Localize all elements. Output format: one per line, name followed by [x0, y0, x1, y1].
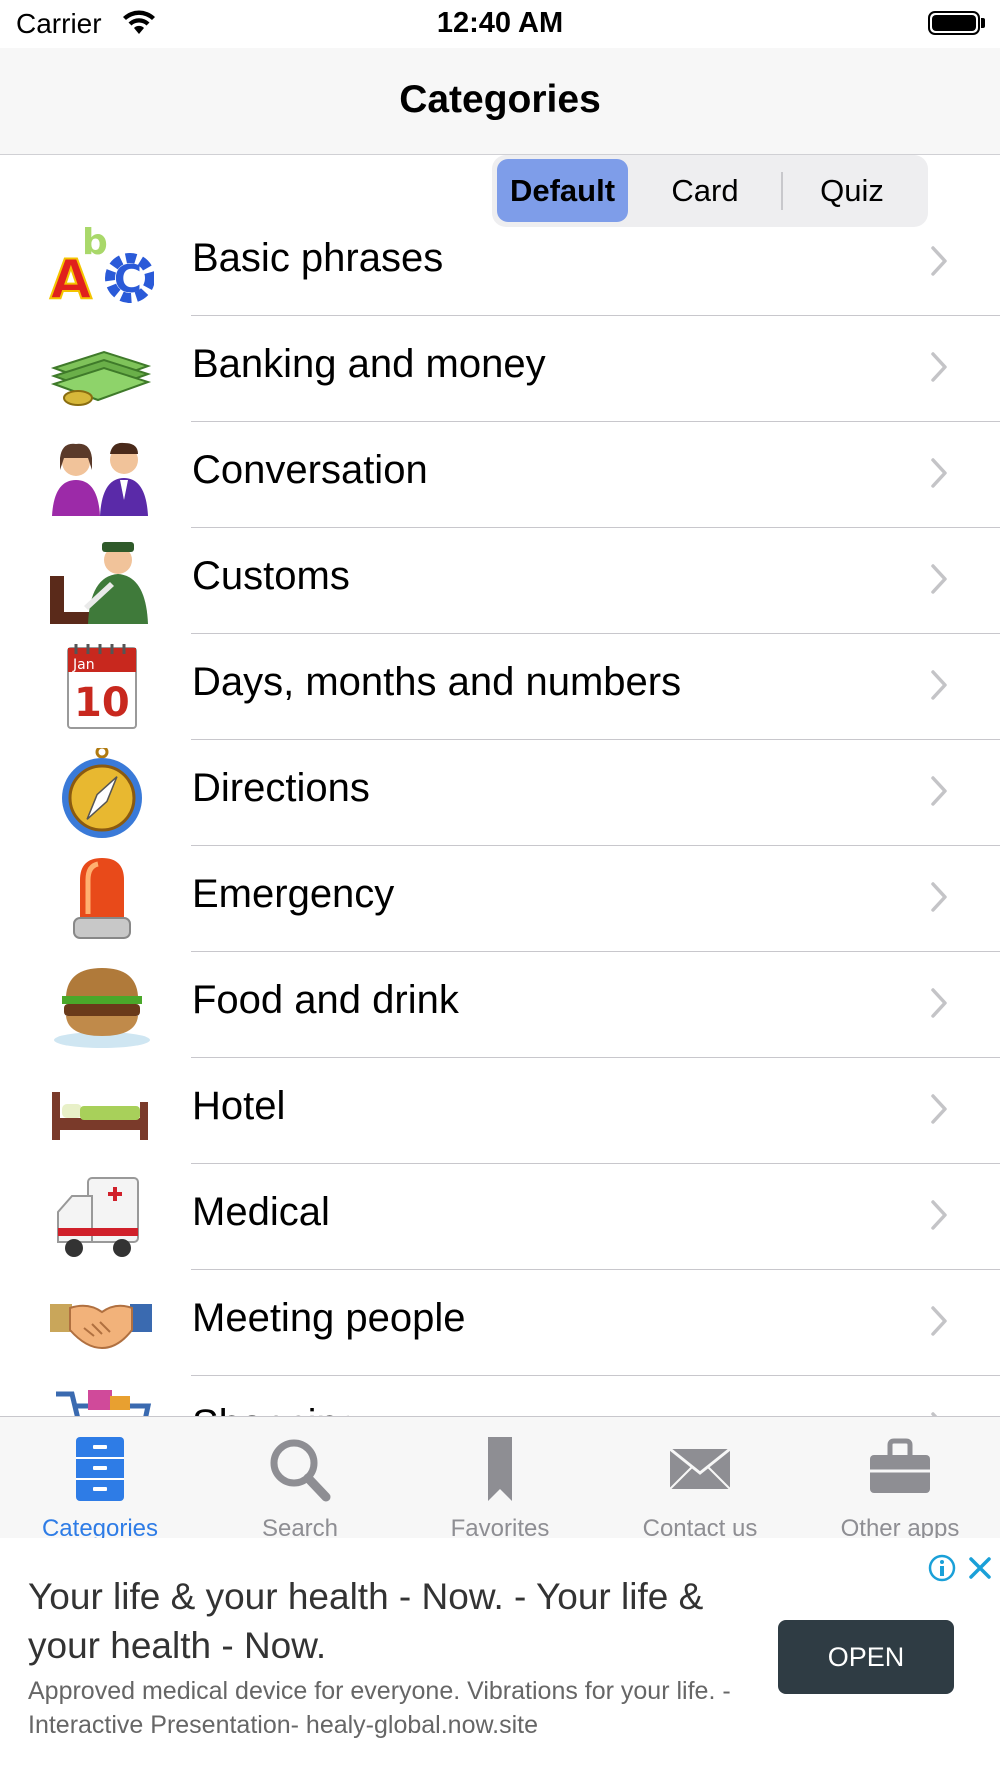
chevron-right-icon: [931, 352, 947, 382]
list-item[interactable]: Directions: [0, 740, 1000, 846]
bed-icon: [52, 1092, 148, 1140]
row-label-customs: Customs: [192, 554, 350, 598]
row-label-meeting: Meeting people: [192, 1296, 466, 1340]
row-label-basic-phrases: Basic phrases: [192, 236, 444, 280]
chevron-right-icon: [931, 564, 947, 594]
row-label-shopping: Shopping: [192, 1402, 361, 1416]
list-item[interactable]: Conversation: [0, 422, 1000, 528]
customs-officer-icon: [50, 542, 148, 624]
list-item[interactable]: Banking and money: [0, 316, 1000, 422]
segment-default[interactable]: Default: [497, 159, 628, 222]
ad-headline[interactable]: Your life & your health - Now. - Your li…: [28, 1572, 748, 1670]
row-label-medical: Medical: [192, 1190, 330, 1234]
battery-tip: [981, 18, 985, 28]
bookmark-icon: [488, 1437, 512, 1501]
list-item[interactable]: Emergency: [0, 846, 1000, 952]
abc-letters-icon: A b C: [49, 222, 154, 308]
tab-contact-us[interactable]: Contact us: [600, 1417, 800, 1542]
tab-search[interactable]: Search: [200, 1417, 400, 1542]
file-cabinet-icon: [76, 1437, 124, 1501]
calendar-month: Jan: [72, 657, 95, 673]
ad-description[interactable]: Approved medical device for everyone. Vi…: [28, 1674, 768, 1742]
row-label-days: Days, months and numbers: [192, 660, 682, 704]
segment-quiz[interactable]: Quiz: [782, 159, 922, 222]
row-label-emergency: Emergency: [192, 872, 395, 916]
envelope-icon: [669, 1447, 731, 1490]
list-item[interactable]: Customs: [0, 528, 1000, 634]
chevron-right-icon: [931, 882, 947, 912]
row-label-hotel: Hotel: [192, 1084, 286, 1128]
ad-open-button[interactable]: OPEN: [778, 1620, 954, 1694]
chevron-right-icon: [931, 1200, 947, 1230]
calendar-icon: Jan 10: [67, 644, 137, 729]
ad-banner[interactable]: Your life & your health - Now. - Your li…: [0, 1538, 1000, 1778]
magnifier-icon: [270, 1439, 331, 1502]
navigation-bar: Categories: [0, 48, 1000, 155]
ad-close-icon[interactable]: [966, 1554, 994, 1582]
ad-info-icon[interactable]: [928, 1554, 956, 1582]
siren-icon: [73, 858, 131, 939]
category-list[interactable]: A b C Basic phrases Banking and money Co…: [0, 210, 1000, 1416]
list-item[interactable]: Hotel: [0, 1058, 1000, 1164]
row-label-directions: Directions: [192, 766, 370, 810]
chevron-right-icon: [931, 246, 947, 276]
svg-text:b: b: [82, 222, 108, 263]
tab-favorites[interactable]: Favorites: [400, 1417, 600, 1542]
briefcase-icon: [870, 1438, 930, 1493]
tab-bar: Categories Search Favorites Contact us O…: [0, 1416, 1000, 1542]
list-item[interactable]: Medical: [0, 1164, 1000, 1270]
status-bar: Carrier 12:40 AM: [0, 0, 1000, 48]
chevron-right-icon: [931, 776, 947, 806]
chevron-right-icon: [931, 670, 947, 700]
chevron-right-icon: [931, 988, 947, 1018]
shopping-cart-icon: [56, 1390, 152, 1416]
chevron-right-icon: [931, 1094, 947, 1124]
list-item[interactable]: Meeting people: [0, 1270, 1000, 1376]
list-item[interactable]: Food and drink: [0, 952, 1000, 1058]
battery-icon: [928, 11, 980, 35]
page-title: Categories: [399, 78, 601, 121]
svg-text:C: C: [114, 257, 142, 301]
money-stack-icon: [50, 350, 152, 406]
clock: 12:40 AM: [436, 7, 564, 39]
list-item[interactable]: Shopping: [0, 1376, 1000, 1416]
people-talking-icon: [52, 442, 148, 516]
chevron-right-icon: [931, 1306, 947, 1336]
row-label-food: Food and drink: [192, 978, 459, 1022]
tab-other-apps[interactable]: Other apps: [800, 1417, 1000, 1542]
row-label-banking: Banking and money: [192, 342, 546, 386]
tab-categories[interactable]: Categories: [0, 1417, 200, 1542]
chevron-right-icon: [931, 458, 947, 488]
list-item[interactable]: Jan 10 Days, months and numbers: [0, 634, 1000, 740]
compass-icon: [62, 748, 142, 838]
view-mode-segmented-control[interactable]: Default Card Quiz: [492, 155, 928, 227]
burger-icon: [54, 968, 150, 1048]
calendar-day: 10: [74, 680, 130, 726]
ambulance-icon: [57, 1177, 139, 1257]
segment-card[interactable]: Card: [636, 159, 774, 222]
handshake-icon: [50, 1304, 152, 1350]
row-label-conversation: Conversation: [192, 448, 428, 492]
